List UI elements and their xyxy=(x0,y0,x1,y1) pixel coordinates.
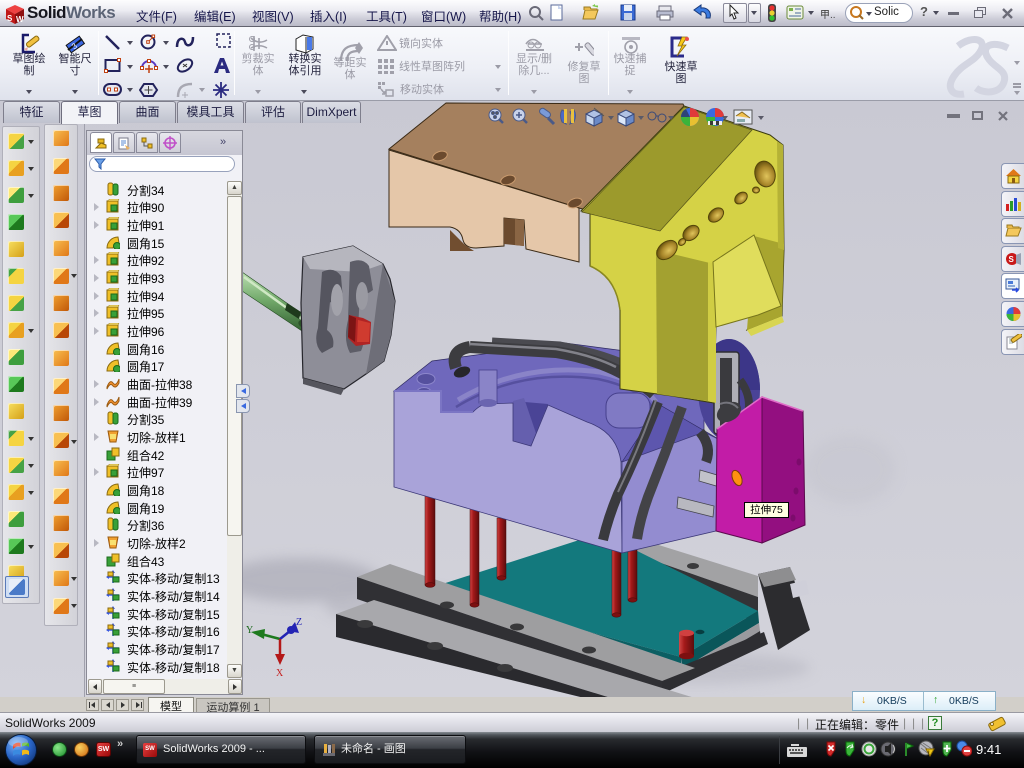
svg-text:Z: Z xyxy=(296,617,302,628)
svg-text:W: W xyxy=(16,15,24,24)
svg-text:S: S xyxy=(7,14,13,23)
svg-text:Y: Y xyxy=(246,625,253,636)
svg-text:S: S xyxy=(1009,255,1015,264)
svg-text:X: X xyxy=(276,668,284,679)
